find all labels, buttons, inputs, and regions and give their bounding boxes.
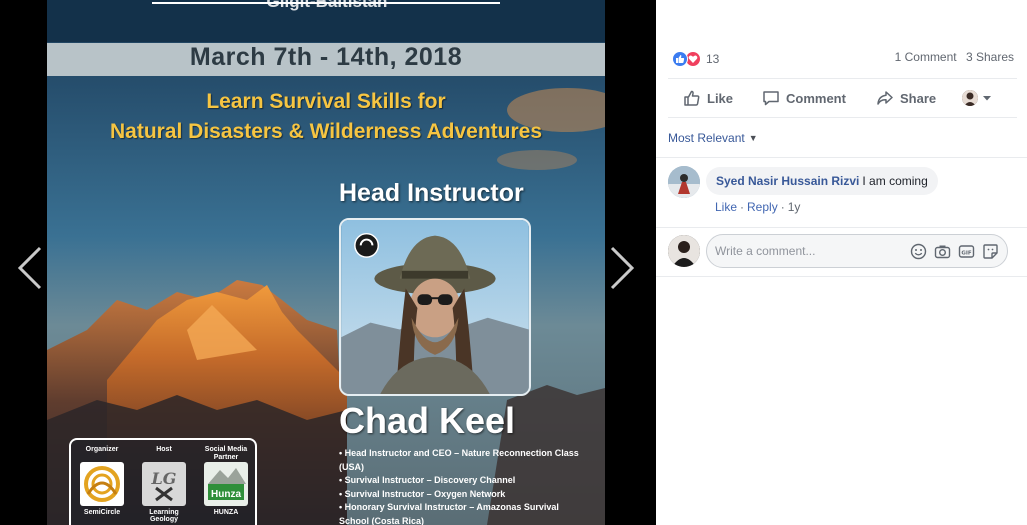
partner-organizer: Organizer SemiCircle	[75, 446, 129, 516]
poster-tagline-line-1: Learn Survival Skills for	[206, 90, 446, 113]
camera-icon[interactable]	[934, 243, 951, 260]
post-as-selector[interactable]	[962, 88, 999, 108]
comment-bubble: Syed Nasir Hussain Rizvi I am coming	[706, 167, 938, 195]
hunza-logo-icon: Hunza	[204, 462, 248, 506]
svg-text:GIF: GIF	[961, 250, 972, 256]
comment-input-box: GIF	[706, 234, 1008, 268]
comment-like-link[interactable]: Like	[715, 200, 737, 214]
partner-social-media: Social Media Partner Hunza HUNZA	[199, 446, 253, 516]
instructor-photo	[339, 218, 531, 396]
separator: ·	[740, 200, 745, 214]
comment-text: I am coming	[862, 174, 928, 188]
commenter-avatar[interactable]	[668, 166, 700, 198]
comment-timestamp[interactable]: 1y	[788, 200, 801, 214]
partner-name: Learning Geology	[149, 509, 179, 523]
comment-input[interactable]	[715, 235, 905, 267]
composer-actions: GIF	[910, 243, 999, 260]
post-side-panel: 13 1 Comment 3 Shares Like Comment Share	[656, 0, 1027, 525]
thumbs-up-icon	[672, 51, 688, 67]
current-user-avatar	[668, 235, 700, 267]
comments-count-link[interactable]: 1 Comment	[895, 50, 957, 64]
caret-down-icon	[983, 96, 991, 101]
poster-date: March 7th - 14th, 2018	[189, 43, 463, 71]
photo-viewer: Gilgit-Baltistan March 7th - 14th, 2018 …	[0, 0, 656, 525]
semicircle-logo-icon	[80, 462, 124, 506]
share-button-label: Share	[900, 90, 937, 106]
instructor-name: Chad Keel	[339, 400, 516, 441]
partner-name: SemiCircle	[83, 509, 121, 516]
learning-geology-logo-icon: LG	[142, 462, 186, 506]
comment-sort-dropdown[interactable]: Most Relevant ▼	[668, 128, 758, 148]
comment-button-label: Comment	[786, 90, 846, 106]
caret-down-icon: ▼	[748, 133, 758, 143]
event-poster-image: Gilgit-Baltistan March 7th - 14th, 2018 …	[47, 0, 605, 525]
comment-button[interactable]: Comment	[762, 88, 846, 108]
gif-icon[interactable]: GIF	[958, 243, 975, 260]
post-counts: 1 Comment 3 Shares	[889, 50, 1014, 64]
bio-item: Survival Instructor – Discovery Channel	[339, 474, 589, 488]
thumbs-up-outline-icon	[684, 90, 700, 106]
like-button-label: Like	[707, 90, 734, 106]
partners-box: Organizer SemiCircle Host LG Learning Ge…	[69, 438, 257, 525]
partner-role: Organizer	[85, 446, 119, 453]
post-action-bar: Like Comment Share	[668, 78, 1017, 118]
instructor-bio-list: Head Instructor and CEO – Nature Reconne…	[339, 447, 589, 525]
comment-composer: GIF	[668, 234, 1017, 270]
poster-tagline-line-2: Natural Disasters & Wilderness Adventure…	[109, 120, 543, 143]
instructor-portrait	[341, 220, 529, 394]
social-logo-text: Hunza	[211, 489, 241, 500]
partner-host: Host LG Learning Geology	[137, 446, 191, 523]
comment-author-link[interactable]: Syed Nasir Hussain Rizvi	[716, 174, 859, 188]
chevron-left-icon[interactable]	[10, 242, 50, 294]
chevron-right-icon[interactable]	[602, 242, 642, 294]
bio-item: Honorary Survival Instructor – Amazonas …	[339, 501, 589, 525]
partner-role: Social Media Partner	[204, 446, 248, 461]
divider	[656, 227, 1027, 228]
sticker-icon[interactable]	[982, 243, 999, 260]
poster-instructor-heading: Head Instructor	[339, 179, 524, 207]
shares-count-link[interactable]: 3 Shares	[966, 50, 1014, 64]
bio-item: Survival Instructor – Oxygen Network	[339, 488, 589, 502]
host-logo-text: LG	[151, 469, 177, 488]
sort-label: Most Relevant	[668, 131, 745, 145]
bio-item: Head Instructor and CEO – Nature Reconne…	[339, 447, 589, 474]
divider	[656, 276, 1027, 277]
share-arrow-icon	[877, 91, 893, 105]
comment-meta: Like · Reply · 1y	[715, 200, 800, 214]
share-button[interactable]: Share	[876, 88, 936, 108]
partner-name: HUNZA	[213, 509, 239, 516]
photo-theater: Gilgit-Baltistan March 7th - 14th, 2018 …	[0, 0, 1027, 525]
reactions-summary[interactable]: 13	[672, 50, 719, 68]
smiley-icon[interactable]	[910, 243, 927, 260]
partner-role: Host	[156, 446, 172, 453]
user-avatar	[962, 90, 978, 106]
comment-bubble-icon	[763, 91, 779, 106]
like-button[interactable]: Like	[683, 88, 733, 108]
reaction-count: 13	[706, 52, 720, 66]
separator: ·	[780, 200, 785, 214]
comment-reply-link[interactable]: Reply	[747, 200, 778, 214]
poster-region-text: Gilgit-Baltistan	[266, 0, 388, 11]
divider	[656, 157, 1027, 158]
